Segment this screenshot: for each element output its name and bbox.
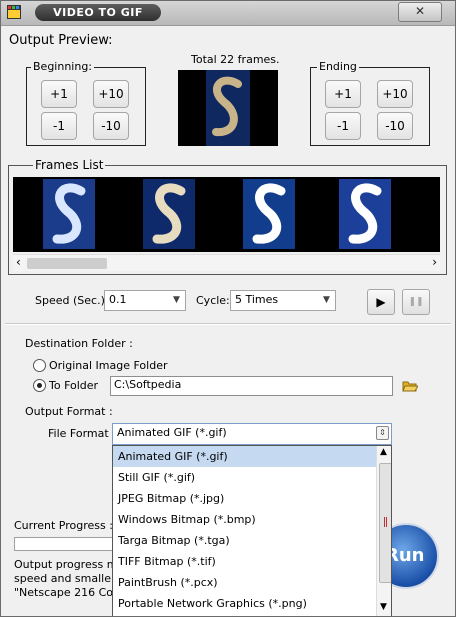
format-option-tif[interactable]: TIFF Bitmap (*.tif) <box>113 551 380 572</box>
frame-thumbnail[interactable] <box>43 179 95 249</box>
beginning-plus-10-button[interactable]: +10 <box>93 80 129 108</box>
frame-thumbnail[interactable] <box>243 179 295 249</box>
ending-group: Ending +1 +10 -1 -10 <box>310 60 430 146</box>
format-option-still-gif[interactable]: Still GIF (*.gif) <box>113 467 380 488</box>
total-frames-label: Total 22 frames. <box>191 53 280 66</box>
ending-plus-10-button[interactable]: +10 <box>377 80 413 108</box>
file-format-select[interactable]: Animated GIF (*.gif) ⇕ <box>112 423 392 445</box>
folder-open-icon[interactable] <box>402 379 418 392</box>
pause-icon: ❚❚ <box>408 297 424 307</box>
format-option-bmp[interactable]: Windows Bitmap (*.bmp) <box>113 509 380 530</box>
format-option-tga[interactable]: Targa Bitmap (*.tga) <box>113 530 380 551</box>
frames-strip <box>13 177 440 252</box>
pause-button[interactable]: ❚❚ <box>402 289 430 315</box>
to-folder-label[interactable]: To Folder <box>49 379 98 392</box>
ending-minus-1-button[interactable]: -1 <box>325 112 361 140</box>
speed-value: 0.1 <box>109 293 127 306</box>
chevron-updown-icon: ⇕ <box>376 426 389 440</box>
ending-plus-1-button[interactable]: +1 <box>325 80 361 108</box>
output-preview-image <box>178 70 278 146</box>
radio-selected-dot <box>37 383 42 388</box>
output-preview-heading: Output Preview: <box>9 33 113 48</box>
close-button[interactable]: ✕ <box>398 2 442 22</box>
file-format-value: Animated GIF (*.gif) <box>117 426 227 439</box>
beginning-group-title: Beginning: <box>31 60 95 73</box>
destination-path-value: C:\Softpedia <box>114 378 182 391</box>
format-option-animated-gif[interactable]: Animated GIF (*.gif) <box>113 446 380 467</box>
to-folder-radio[interactable] <box>33 379 46 392</box>
play-icon: ▶ <box>376 295 386 309</box>
speed-select[interactable]: 0.1 ▼ <box>104 290 186 311</box>
cycle-label: Cycle: <box>196 294 230 307</box>
chevron-down-icon: ▼ <box>323 295 330 305</box>
format-option-png[interactable]: Portable Network Graphics (*.png) <box>113 593 380 614</box>
scroll-left-icon[interactable]: ‹ <box>16 255 21 269</box>
frame-thumbnail[interactable] <box>143 179 195 249</box>
dropdown-scroll-thumb[interactable] <box>379 463 391 583</box>
frames-horizontal-scrollbar[interactable]: ‹ › <box>13 254 440 271</box>
destination-path-input[interactable]: C:\Softpedia <box>110 376 393 396</box>
frame-thumbnail[interactable] <box>339 179 391 249</box>
scroll-down-icon[interactable]: ▼ <box>380 602 387 612</box>
progress-bar <box>14 537 116 551</box>
dropdown-vertical-scrollbar[interactable]: ▲ ▼ <box>376 446 391 616</box>
cycle-value: 5 Times <box>235 293 279 306</box>
scroll-up-icon[interactable]: ▲ <box>380 447 387 457</box>
ending-minus-10-button[interactable]: -10 <box>377 112 413 140</box>
section-divider <box>5 323 451 325</box>
beginning-minus-10-button[interactable]: -10 <box>93 112 129 140</box>
file-format-label: File Format <box>48 427 109 440</box>
window-title: VIDEO TO GIF <box>35 4 161 21</box>
main-window: VIDEO TO GIF ✕ Output Preview: Beginning… <box>0 0 456 617</box>
frames-list-title: Frames List <box>33 158 106 172</box>
cycle-select[interactable]: 5 Times ▼ <box>230 290 336 311</box>
ending-group-title: Ending <box>317 60 359 73</box>
original-image-folder-radio[interactable] <box>33 359 46 372</box>
scrollbar-thumb[interactable] <box>27 258 107 269</box>
title-bar: VIDEO TO GIF ✕ <box>1 1 455 26</box>
original-image-folder-label[interactable]: Original Image Folder <box>49 359 167 372</box>
output-format-label: Output Format : <box>25 405 113 418</box>
destination-folder-label: Destination Folder : <box>25 337 133 350</box>
frames-list-group: Frames List ‹ › <box>8 158 447 275</box>
progress-note-line-3: "Netscape 216 Colo <box>14 586 123 599</box>
play-button[interactable]: ▶ <box>367 289 395 315</box>
speed-label: Speed (Sec.): <box>35 294 109 307</box>
format-option-jpeg[interactable]: JPEG Bitmap (*.jpg) <box>113 488 380 509</box>
scroll-right-icon[interactable]: › <box>432 255 437 269</box>
beginning-minus-1-button[interactable]: -1 <box>41 112 77 140</box>
beginning-group: Beginning: +1 +10 -1 -10 <box>26 60 146 146</box>
current-progress-label: Current Progress : <box>14 519 113 532</box>
film-app-icon <box>7 5 21 19</box>
beginning-plus-1-button[interactable]: +1 <box>41 80 77 108</box>
format-option-pcx[interactable]: PaintBrush (*.pcx) <box>113 572 380 593</box>
chevron-down-icon: ▼ <box>173 295 180 305</box>
file-format-dropdown-list: Animated GIF (*.gif) Still GIF (*.gif) J… <box>112 445 392 616</box>
